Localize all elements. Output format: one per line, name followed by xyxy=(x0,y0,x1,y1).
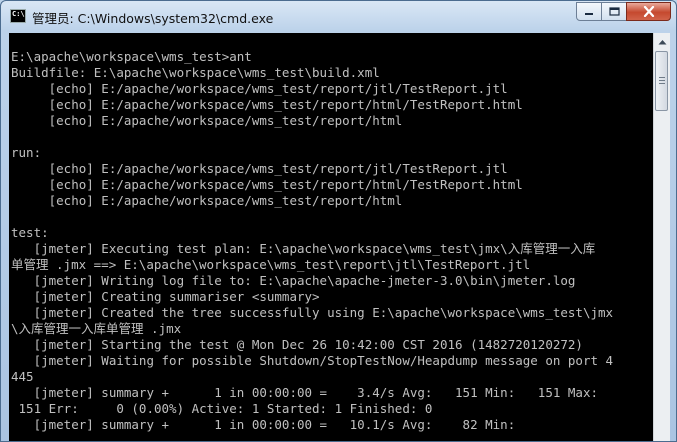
close-button[interactable] xyxy=(626,2,671,21)
chevron-up-icon xyxy=(658,39,666,44)
console-line: E:\apache\workspace\wms_test>ant xyxy=(11,49,252,64)
console-line: [echo] E:/apache/workspace/wms_test/repo… xyxy=(11,113,403,128)
console-line: Buildfile: E:\apache\workspace\wms_test\… xyxy=(11,65,380,80)
grip-line xyxy=(659,77,665,78)
scroll-up-button[interactable] xyxy=(654,33,670,50)
close-icon xyxy=(643,6,654,17)
console-line: [jmeter] Writing log file to: E:\apache\… xyxy=(11,273,576,288)
scrollbar-thumb[interactable] xyxy=(655,51,668,111)
console-line: [jmeter] summary + 1 in 00:00:00 = 10.1/… xyxy=(11,417,516,432)
minimize-icon xyxy=(585,12,593,15)
vertical-scrollbar[interactable] xyxy=(653,33,670,441)
window-title: 管理员: C:\Windows\system32\cmd.exe xyxy=(32,11,274,26)
maximize-icon xyxy=(608,7,620,16)
caption-buttons xyxy=(576,2,671,21)
console-line: [jmeter] Executing test plan: E:\apache\… xyxy=(11,241,596,256)
console-output[interactable]: E:\apache\workspace\wms_test>ant Buildfil… xyxy=(9,33,653,441)
cmd-window: C:\ 管理员: C:\Windows\system32\cmd.exe E:\… xyxy=(0,0,677,442)
console-line: [echo] E:/apache/workspace/wms_test/repo… xyxy=(11,193,403,208)
console-line: [jmeter] Creating summariser <summary> xyxy=(11,289,320,304)
console-line: 445 xyxy=(11,369,34,384)
console-line: test: xyxy=(11,225,49,240)
console-line: [jmeter] Waiting for possible Shutdown/S… xyxy=(11,353,614,368)
console-line: [echo] E:/apache/workspace/wms_test/repo… xyxy=(11,81,508,96)
cmd-icon-label: C:\ xyxy=(12,10,25,18)
console-line: run: xyxy=(11,145,42,160)
grip-line xyxy=(659,83,665,84)
console-line: [jmeter] Created the tree successfully u… xyxy=(11,305,614,320)
console-line: [jmeter] summary + 1 in 00:00:00 = 3.4/s… xyxy=(11,385,598,400)
cmd-icon[interactable]: C:\ xyxy=(10,9,26,23)
minimize-button[interactable] xyxy=(576,2,602,21)
title-bar[interactable]: C:\ 管理员: C:\Windows\system32\cmd.exe xyxy=(1,1,676,33)
console-line: \入库管理一入库单管理 .jmx xyxy=(11,321,182,336)
maximize-button[interactable] xyxy=(601,2,627,21)
console-line: [jmeter] Starting the test @ Mon Dec 26 … xyxy=(11,337,583,352)
console-line: [echo] E:/apache/workspace/wms_test/repo… xyxy=(11,161,508,176)
console-line: 单管理 .jmx ==> E:\apache\workspace\wms_tes… xyxy=(11,257,531,272)
console-line: [echo] E:/apache/workspace/wms_test/repo… xyxy=(11,177,523,192)
grip-line xyxy=(659,80,665,81)
console-line: [echo] E:/apache/workspace/wms_test/repo… xyxy=(11,97,523,112)
console-line: 151 Err: 0 (0.00%) Active: 1 Started: 1 … xyxy=(11,401,433,416)
